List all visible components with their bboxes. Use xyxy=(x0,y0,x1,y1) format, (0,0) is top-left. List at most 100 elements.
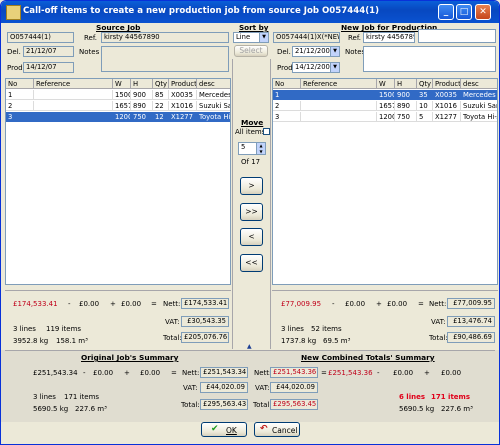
orig-sum-items: 171 items xyxy=(64,393,100,401)
table-row-selected[interactable]: 3 1200 750 12 X1277 Toyota Hi-A xyxy=(6,112,230,122)
chevron-down-icon[interactable]: ▼ xyxy=(259,33,268,42)
maximize-button[interactable]: □ xyxy=(456,4,472,20)
cell-product: X0035 xyxy=(433,90,461,100)
target-items-grid[interactable]: No Reference W H Qty Product desc 1 1500… xyxy=(272,78,498,285)
col-reference[interactable]: Reference xyxy=(34,79,113,89)
cancel-button[interactable]: ↶ Cancel xyxy=(254,422,300,437)
col-desc[interactable]: desc xyxy=(197,79,230,89)
col-desc[interactable]: desc xyxy=(461,79,497,89)
target-job-number: O057444(1)X(*NEW* xyxy=(273,32,340,43)
move-all-right-button[interactable]: >> xyxy=(240,203,263,221)
target-kg: 1737.8 kg xyxy=(281,337,317,345)
cell-w: 1500 xyxy=(377,90,395,100)
target-nett-label: Nett: xyxy=(429,300,447,308)
cell-reference xyxy=(34,101,113,111)
move-label: Move xyxy=(241,118,264,127)
stepper-down-icon[interactable]: ▼ xyxy=(256,149,265,154)
source-notes-area xyxy=(101,46,229,72)
cell-qty: 10 xyxy=(417,101,433,111)
close-button[interactable]: ✕ xyxy=(475,4,491,20)
cell-no: 2 xyxy=(273,101,301,111)
source-m3: 158.1 m³ xyxy=(56,337,88,345)
move-all-left-button[interactable]: << xyxy=(240,254,263,272)
col-w[interactable]: W xyxy=(377,79,395,89)
source-kg: 3952.8 kg xyxy=(13,337,49,345)
col-h[interactable]: H xyxy=(395,79,417,89)
orig-sum-vat-label: VAT: xyxy=(183,384,198,392)
table-row-selected[interactable]: 1 1500 900 35 X0035 Mercedes T xyxy=(273,90,497,100)
source-notes-label: Notes xyxy=(79,48,100,56)
col-no[interactable]: No xyxy=(273,79,301,89)
target-notes-area[interactable] xyxy=(363,46,496,72)
comb-sum-vat-label: VAT: xyxy=(255,384,270,392)
cell-h: 890 xyxy=(131,101,153,111)
calloff-dialog: Call-off items to create a new productio… xyxy=(0,0,500,445)
col-w[interactable]: W xyxy=(113,79,131,89)
target-ref-extra[interactable] xyxy=(418,29,496,43)
target-del-date[interactable]: 21/12/2007 ▼ xyxy=(292,46,340,57)
col-h[interactable]: H xyxy=(131,79,153,89)
target-del-label: Del. xyxy=(277,48,291,56)
sort-by-label: Sort by xyxy=(239,23,269,32)
orig-sum-lines: 3 lines xyxy=(33,393,56,401)
divider xyxy=(5,350,495,351)
cell-desc: Mercedes T xyxy=(461,90,497,100)
minimize-button[interactable]: _ xyxy=(438,4,454,20)
source-vat-label: VAT: xyxy=(165,318,180,326)
source-lines: 3 lines xyxy=(13,325,36,333)
source-nett-value: £174,533.41 xyxy=(181,298,229,309)
target-prod-date[interactable]: 14/12/2007 ▼ xyxy=(292,62,340,73)
divider xyxy=(270,59,271,349)
col-reference[interactable]: Reference xyxy=(301,79,377,89)
source-op-eq: = xyxy=(151,300,157,308)
table-row[interactable]: 3 1200 750 5 X1277 Toyota Hi-A xyxy=(273,112,497,122)
source-grid-header: No Reference W H Qty Product desc xyxy=(6,79,230,89)
cell-no: 1 xyxy=(273,90,301,100)
col-product[interactable]: Product xyxy=(433,79,461,89)
orig-sum-vat-value: £44,020.09 xyxy=(200,382,248,393)
orig-sum-kg: 5690.5 kg xyxy=(33,405,69,413)
source-items-grid[interactable]: No Reference W H Qty Product desc 1 1500… xyxy=(5,78,231,285)
move-right-button[interactable]: > xyxy=(240,177,263,195)
target-op-plus: + xyxy=(376,300,382,308)
target-grid-header: No Reference W H Qty Product desc xyxy=(273,79,497,89)
all-items-checkbox[interactable] xyxy=(263,128,270,135)
select-button[interactable]: Select xyxy=(234,45,268,57)
cell-reference xyxy=(301,90,377,100)
app-icon xyxy=(6,5,21,20)
cell-no: 1 xyxy=(6,90,34,100)
table-row[interactable]: 2 1657 890 22 X1016 Suzuki Sam xyxy=(6,101,230,111)
orig-sum-second: £0.00 xyxy=(93,369,114,377)
cell-qty: 35 xyxy=(417,90,433,100)
table-row[interactable]: 2 1657 890 10 X1016 Suzuki Sam xyxy=(273,101,497,111)
calendar-dropdown-icon[interactable]: ▼ xyxy=(330,47,339,56)
move-left-button[interactable]: < xyxy=(240,228,263,246)
cell-qty: 85 xyxy=(153,90,169,100)
cell-h: 890 xyxy=(395,101,417,111)
target-ref-label: Ref. xyxy=(348,34,362,42)
cell-qty: 5 xyxy=(417,112,433,122)
cell-product: X0035 xyxy=(169,90,197,100)
orig-sum-op-minus: - xyxy=(83,369,86,377)
cell-desc: Toyota Hi-A xyxy=(461,113,498,122)
col-no[interactable]: No xyxy=(6,79,34,89)
undo-icon: ↶ xyxy=(260,424,268,434)
col-product[interactable]: Product xyxy=(169,79,197,89)
divider xyxy=(272,290,498,291)
target-ref-field[interactable]: kirsty 44567890 xyxy=(363,32,415,43)
col-qty[interactable]: Qty xyxy=(417,79,433,89)
collapse-arrow-icon[interactable]: ▲ xyxy=(247,343,252,350)
cell-product: X1016 xyxy=(169,101,197,111)
title-bar[interactable]: Call-off items to create a new productio… xyxy=(1,1,499,23)
comb-sum-total-value: £295,563.45 xyxy=(270,399,318,410)
cell-h: 750 xyxy=(131,112,153,122)
sort-by-select[interactable]: Line ▼ xyxy=(233,32,269,43)
move-qty-stepper[interactable]: 5 ▲ ▼ xyxy=(238,142,266,155)
ok-label: OK xyxy=(226,426,237,435)
col-qty[interactable]: Qty xyxy=(153,79,169,89)
sort-by-value: Line xyxy=(236,33,251,41)
calendar-dropdown-icon[interactable]: ▼ xyxy=(330,63,339,72)
table-row[interactable]: 1 1500 900 85 X0035 Mercedes T xyxy=(6,90,230,100)
ok-button[interactable]: ✔ OK xyxy=(201,422,247,437)
source-total-third: £0.00 xyxy=(121,300,142,308)
